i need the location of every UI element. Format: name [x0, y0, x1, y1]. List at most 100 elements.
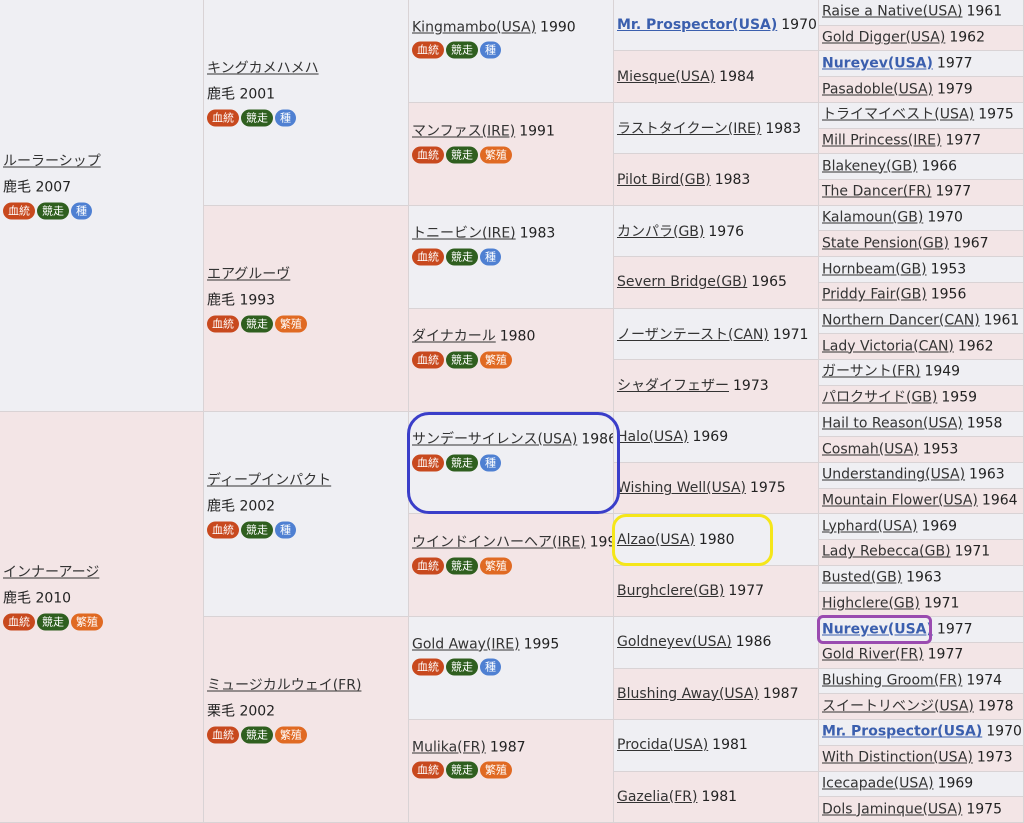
horse-name-link[interactable]: トライマイベスト(USA) [822, 107, 974, 123]
horse-name-link[interactable]: Nureyev(USA) [822, 621, 933, 637]
gen1-pedigree-badge[interactable]: 血統 [3, 202, 35, 220]
gen2-broodmare-badge[interactable]: 繁殖 [275, 726, 307, 744]
horse-name-link[interactable]: Alzao(USA) [617, 532, 695, 548]
gen3-stallion-badge[interactable]: 種 [480, 248, 501, 266]
horse-name-link[interactable]: ディープインパクト [207, 472, 331, 488]
horse-name-link[interactable]: ダイナカール [412, 329, 496, 345]
horse-name-link[interactable]: Busted(GB) [822, 570, 902, 586]
horse-name-link[interactable]: With Distinction(USA) [822, 750, 973, 766]
horse-name-link[interactable]: Kalamoun(GB) [822, 210, 923, 226]
gen3-pedigree-badge[interactable]: 血統 [412, 761, 444, 779]
horse-name-link[interactable]: Goldneyev(USA) [617, 634, 732, 650]
gen3-racing-badge[interactable]: 競走 [446, 351, 478, 369]
horse-name-link[interactable]: Understanding(USA) [822, 467, 965, 483]
horse-name-link[interactable]: サンデーサイレンス(USA) [412, 432, 577, 448]
horse-name-link[interactable]: キングカメハメハ [207, 61, 319, 77]
gen2-racing-badge[interactable]: 競走 [241, 521, 273, 539]
horse-name-link[interactable]: Severn Bridge(GB) [617, 274, 747, 290]
gen3-broodmare-badge[interactable]: 繁殖 [480, 557, 512, 575]
horse-name-link[interactable]: Northern Dancer(CAN) [822, 312, 980, 328]
gen3-racing-badge[interactable]: 競走 [446, 454, 478, 472]
gen3-pedigree-badge[interactable]: 血統 [412, 248, 444, 266]
gen2-pedigree-badge[interactable]: 血統 [207, 109, 239, 127]
gen3-pedigree-badge[interactable]: 血統 [412, 146, 444, 164]
horse-name-link[interactable]: カンパラ(GB) [617, 224, 704, 240]
gen3-racing-badge[interactable]: 競走 [446, 41, 478, 59]
gen3-racing-badge[interactable]: 競走 [446, 658, 478, 676]
gen3-broodmare-badge[interactable]: 繁殖 [480, 146, 512, 164]
gen2-racing-badge[interactable]: 競走 [241, 315, 273, 333]
horse-name-link[interactable]: Gold River(FR) [822, 647, 924, 663]
gen2-racing-badge[interactable]: 競走 [241, 109, 273, 127]
horse-name-link[interactable]: エアグルーヴ [207, 266, 290, 282]
horse-name-link[interactable]: Icecapade(USA) [822, 775, 934, 791]
horse-name-link[interactable]: Gold Digger(USA) [822, 30, 945, 46]
gen3-pedigree-badge[interactable]: 血統 [412, 351, 444, 369]
horse-name-link[interactable]: Blushing Away(USA) [617, 686, 759, 702]
gen3-pedigree-badge[interactable]: 血統 [412, 454, 444, 472]
gen2-pedigree-badge[interactable]: 血統 [207, 726, 239, 744]
horse-name-link[interactable]: Gazelia(FR) [617, 789, 697, 805]
horse-name-link[interactable]: Pilot Bird(GB) [617, 172, 711, 188]
horse-name-link[interactable]: Halo(USA) [617, 429, 688, 445]
horse-name-link[interactable]: Gold Away(IRE) [412, 636, 520, 652]
gen2-broodmare-badge[interactable]: 繁殖 [275, 315, 307, 333]
gen2-pedigree-badge[interactable]: 血統 [207, 521, 239, 539]
horse-name-link[interactable]: ルーラーシップ [3, 153, 101, 169]
gen1-stallion-badge[interactable]: 種 [71, 202, 92, 220]
horse-name-link[interactable]: Mr. Prospector(USA) [822, 724, 982, 740]
horse-name-link[interactable]: ウインドインハーヘア(IRE) [412, 535, 586, 551]
gen3-racing-badge[interactable]: 競走 [446, 248, 478, 266]
gen1-pedigree-badge[interactable]: 血統 [3, 613, 35, 631]
horse-name-link[interactable]: パロクサイド(GB) [822, 390, 937, 406]
gen2-pedigree-badge[interactable]: 血統 [207, 315, 239, 333]
horse-name-link[interactable]: Highclere(GB) [822, 595, 920, 611]
gen3-pedigree-badge[interactable]: 血統 [412, 557, 444, 575]
horse-name-link[interactable]: Priddy Fair(GB) [822, 287, 927, 303]
horse-name-link[interactable]: Mulika(FR) [412, 739, 486, 755]
horse-name-link[interactable]: The Dancer(FR) [822, 184, 932, 200]
gen3-broodmare-badge[interactable]: 繁殖 [480, 761, 512, 779]
gen1-racing-badge[interactable]: 競走 [37, 613, 69, 631]
horse-name-link[interactable]: スイートリベンジ(USA) [822, 698, 974, 714]
horse-name-link[interactable]: Miesque(USA) [617, 69, 715, 85]
horse-name-link[interactable]: Cosmah(USA) [822, 441, 919, 457]
horse-name-link[interactable]: Lady Rebecca(GB) [822, 544, 951, 560]
gen3-stallion-badge[interactable]: 種 [480, 658, 501, 676]
horse-name-link[interactable]: Blushing Groom(FR) [822, 673, 962, 689]
gen3-racing-badge[interactable]: 競走 [446, 557, 478, 575]
horse-name-link[interactable]: Pasadoble(USA) [822, 81, 933, 97]
horse-name-link[interactable]: Burghclere(GB) [617, 583, 724, 599]
horse-name-link[interactable]: Procida(USA) [617, 737, 708, 753]
gen2-stallion-badge[interactable]: 種 [275, 109, 296, 127]
horse-name-link[interactable]: ガーサント(FR) [822, 364, 920, 380]
gen3-broodmare-badge[interactable]: 繁殖 [480, 351, 512, 369]
horse-name-link[interactable]: Mountain Flower(USA) [822, 493, 978, 509]
horse-name-link[interactable]: Mr. Prospector(USA) [617, 17, 777, 33]
gen2-stallion-badge[interactable]: 種 [275, 521, 296, 539]
horse-name-link[interactable]: Raise a Native(USA) [822, 4, 963, 20]
horse-name-link[interactable]: State Pension(GB) [822, 235, 949, 251]
horse-name-link[interactable]: Kingmambo(USA) [412, 19, 536, 35]
horse-name-link[interactable]: ノーザンテースト(CAN) [617, 327, 769, 343]
horse-name-link[interactable]: Lady Victoria(CAN) [822, 338, 954, 354]
horse-name-link[interactable]: Mill Princess(IRE) [822, 132, 941, 148]
gen3-stallion-badge[interactable]: 種 [480, 454, 501, 472]
horse-name-link[interactable]: Hail to Reason(USA) [822, 415, 963, 431]
gen3-pedigree-badge[interactable]: 血統 [412, 41, 444, 59]
gen3-stallion-badge[interactable]: 種 [480, 41, 501, 59]
horse-name-link[interactable]: Dols Jaminque(USA) [822, 801, 962, 817]
horse-name-link[interactable]: シャダイフェザー [617, 378, 729, 394]
horse-name-link[interactable]: インナーアージ [3, 565, 99, 581]
horse-name-link[interactable]: Hornbeam(GB) [822, 261, 927, 277]
horse-name-link[interactable]: Lyphard(USA) [822, 518, 917, 534]
horse-name-link[interactable]: ミュージカルウェイ(FR) [207, 678, 361, 694]
gen1-racing-badge[interactable]: 競走 [37, 202, 69, 220]
horse-name-link[interactable]: マンファス(IRE) [412, 123, 515, 139]
gen3-pedigree-badge[interactable]: 血統 [412, 658, 444, 676]
horse-name-link[interactable]: ラストタイクーン(IRE) [617, 121, 761, 137]
gen2-racing-badge[interactable]: 競走 [241, 726, 273, 744]
horse-name-link[interactable]: トニービン(IRE) [412, 226, 516, 242]
horse-name-link[interactable]: Blakeney(GB) [822, 158, 917, 174]
horse-name-link[interactable]: Wishing Well(USA) [617, 480, 746, 496]
